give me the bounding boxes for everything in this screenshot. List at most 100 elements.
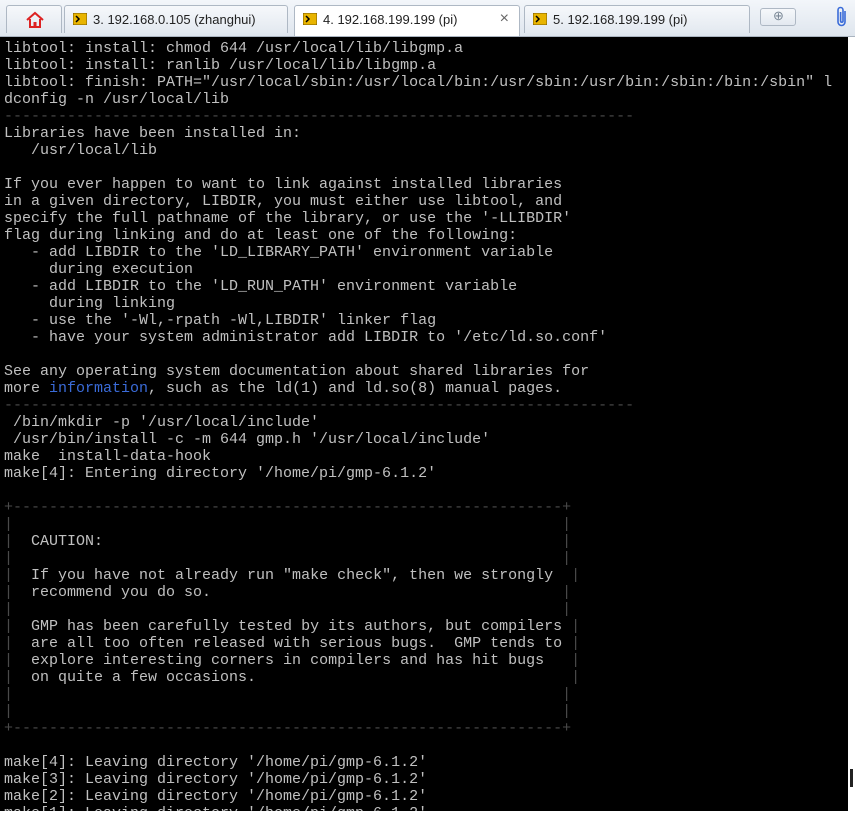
terminal-line: | | [4,686,832,703]
paperclip-icon[interactable] [834,6,850,28]
tab-session-5[interactable]: 5. 192.168.199.199 (pi) [524,5,750,33]
terminal-line: | are all too often released with seriou… [4,635,832,652]
tab-label: 3. 192.168.0.105 (zhanghui) [93,12,256,27]
terminal-line: See any operating system documentation a… [4,363,590,380]
box-text: explore interesting corners in compilers… [13,652,572,669]
terminal-line: specify the full pathname of the library… [4,210,572,227]
box-border: +---------------------------------------… [4,499,572,516]
box-text: on quite a few occasions. [13,669,572,686]
information-link[interactable]: information [49,380,148,397]
terminal-line: libtool: install: chmod 644 /usr/local/l… [4,40,464,57]
terminal-line: make[4]: Leaving directory '/home/pi/gmp… [4,754,428,771]
box-border: | [4,618,14,635]
terminal-line: Libraries have been installed in: [4,125,302,142]
box-border: | [4,567,14,584]
box-border: | [562,703,572,720]
box-text: If you have not already run "make check"… [13,567,572,584]
box-text [13,686,562,703]
tab-label: 4. 192.168.199.199 (pi) [323,12,458,27]
box-text [13,703,562,720]
terminal-line: - add LIBDIR to the 'LD_LIBRARY_PATH' en… [4,244,554,261]
box-border: | [562,516,572,533]
box-border: | [4,533,14,550]
terminal-text: more [4,380,50,397]
terminal-line: ----------------------------------------… [4,108,635,125]
terminal-line: flag during linking and do at least one … [4,227,518,244]
terminal-line: | CAUTION: | [4,533,832,550]
terminal-line: make[2]: Leaving directory '/home/pi/gmp… [4,788,428,805]
terminal-line: libtool: install: ranlib /usr/local/lib/… [4,57,437,74]
terminal-line: +---------------------------------------… [4,499,832,516]
box-text: recommend you do so. [13,584,563,601]
terminal-line: | on quite a few occasions. | [4,669,832,686]
box-border: | [4,669,14,686]
terminal-icon [73,13,87,25]
box-border: | [571,652,581,669]
terminal-line: | If you have not already run "make chec… [4,567,832,584]
terminal-text: , such as the ld(1) and ld.so(8) manual … [148,380,563,397]
terminal-line: dconfig -n /usr/local/lib [4,91,230,108]
terminal-line: during linking [4,295,176,312]
box-text: CAUTION: [13,533,563,550]
terminal-line: make[4]: Entering directory '/home/pi/gm… [4,465,437,482]
terminal-line: - add LIBDIR to the 'LD_RUN_PATH' enviro… [4,278,518,295]
box-border: | [4,703,14,720]
terminal-line: +---------------------------------------… [4,720,832,737]
terminal-line: | | [4,703,832,720]
terminal-line: | explore interesting corners in compile… [4,652,832,669]
terminal-line: make[3]: Leaving directory '/home/pi/gmp… [4,771,428,788]
terminal-line: during execution [4,261,194,278]
close-tab-button[interactable]: × [500,10,509,28]
box-border: | [4,516,14,533]
tab-bar: 3. 192.168.0.105 (zhanghui) 4. 192.168.1… [0,0,855,37]
terminal-line: libtool: finish: PATH="/usr/local/sbin:/… [4,74,833,91]
terminal-icon [303,13,317,25]
box-border: | [4,686,14,703]
terminal-output[interactable]: libtool: install: chmod 644 /usr/local/l… [0,37,848,811]
terminal-icon [533,13,547,25]
box-border: | [562,584,572,601]
box-text: are all too often released with serious … [13,635,572,652]
home-icon [26,11,44,28]
box-border: +---------------------------------------… [4,720,572,737]
scrollbar[interactable] [848,37,855,811]
new-tab-button[interactable]: ⊕ [760,8,796,26]
box-border: | [4,652,14,669]
box-border: | [4,601,14,618]
terminal-line: | GMP has been carefully tested by its a… [4,618,832,635]
box-border: | [571,567,581,584]
box-border: | [4,635,14,652]
box-border: | [562,686,572,703]
terminal-line: /bin/mkdir -p '/usr/local/include' [4,414,320,431]
box-text: GMP has been carefully tested by its aut… [13,618,572,635]
box-text [13,550,562,567]
scrollbar-thumb[interactable] [850,769,853,787]
terminal-line: | recommend you do so. | [4,584,832,601]
terminal-line: /usr/local/lib [4,142,158,159]
plus-icon: ⊕ [773,8,784,23]
tab-session-3[interactable]: 3. 192.168.0.105 (zhanghui) [64,5,288,33]
tab-session-4-active[interactable]: 4. 192.168.199.199 (pi) × [294,5,520,36]
box-border: | [571,669,581,686]
terminal-line: - use the '-Wl,-rpath -Wl,LIBDIR' linker… [4,312,437,329]
box-border: | [562,601,572,618]
terminal-line: | | [4,550,832,567]
terminal-line: in a given directory, LIBDIR, you must e… [4,193,563,210]
box-border: | [562,550,572,567]
terminal-line: ----------------------------------------… [4,397,635,414]
terminal-line: - have your system administrator add LIB… [4,329,608,346]
box-border: | [4,550,14,567]
box-border: | [562,533,572,550]
box-border: | [571,618,581,635]
terminal-line: If you ever happen to want to link again… [4,176,563,193]
home-tab[interactable] [6,5,62,33]
terminal-line: /usr/bin/install -c -m 644 gmp.h '/usr/l… [4,431,491,448]
terminal-line-info: more information, such as the ld(1) and … [4,380,832,397]
box-text [13,516,562,533]
tab-label: 5. 192.168.199.199 (pi) [553,12,688,27]
terminal-line: | | [4,516,832,533]
box-border: | [4,584,14,601]
